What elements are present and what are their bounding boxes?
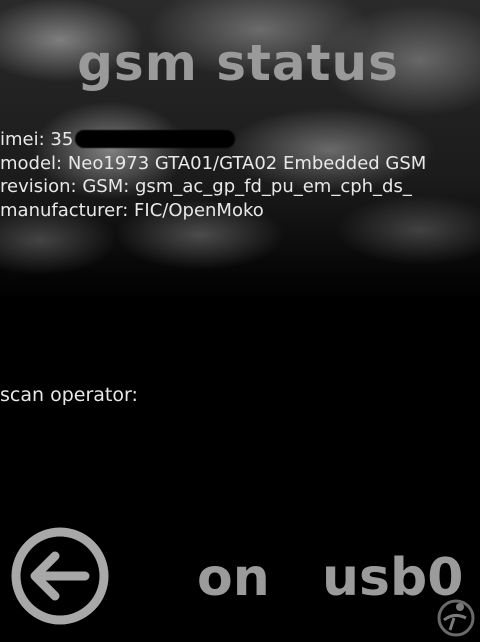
back-arrow-icon	[11, 527, 109, 625]
revision-line: revision: GSM: gsm_ac_gp_fd_pu_em_cph_ds…	[0, 176, 412, 197]
scan-operator-label: scan operator:	[0, 384, 138, 406]
page-title: gsm status	[77, 34, 399, 92]
device-info: imei: 35 model: Neo1973 GTA01/GTA02 Embe…	[0, 128, 480, 222]
back-button[interactable]	[11, 527, 109, 625]
imei-label: imei: 35	[0, 129, 74, 150]
manufacturer-line: manufacturer: FIC/OpenMoko	[0, 199, 264, 221]
on-button[interactable]: on	[197, 548, 270, 608]
model-line: model: Neo1973 GTA01/GTA02 Embedded GSM	[0, 152, 427, 174]
openmoko-logo-icon	[434, 594, 478, 638]
imei-redaction	[75, 130, 236, 148]
imei-line: imei: 35	[0, 128, 480, 152]
